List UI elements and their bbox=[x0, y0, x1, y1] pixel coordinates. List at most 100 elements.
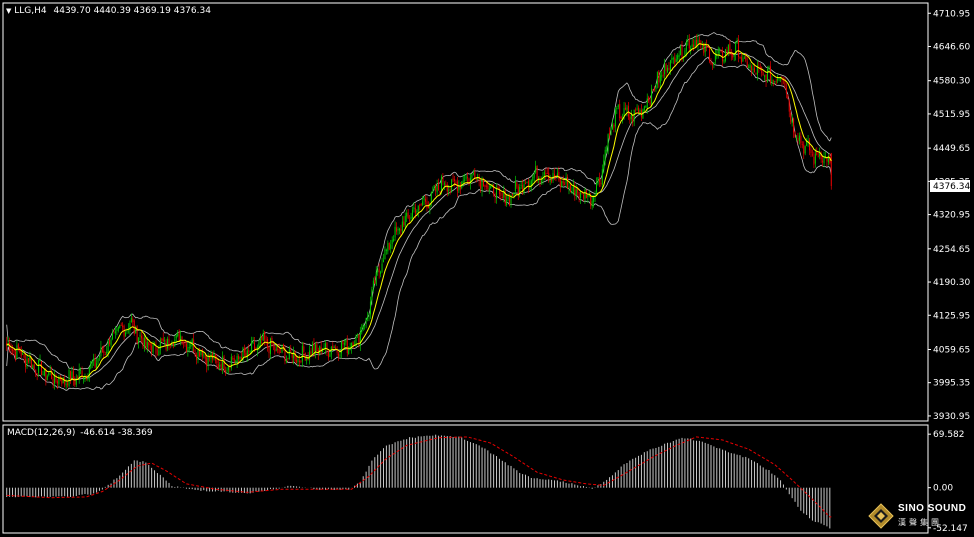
candle-body bbox=[764, 75, 766, 77]
candle-body bbox=[540, 180, 542, 182]
candle bbox=[201, 348, 203, 361]
candle-body bbox=[453, 179, 456, 181]
candle bbox=[333, 345, 335, 349]
candle-body bbox=[567, 177, 569, 188]
candle-body bbox=[749, 64, 751, 68]
candle-body bbox=[309, 350, 311, 360]
candle-body bbox=[98, 355, 100, 358]
candle-body bbox=[653, 88, 655, 90]
candle bbox=[346, 335, 348, 357]
candle bbox=[472, 169, 474, 176]
candle bbox=[803, 141, 805, 160]
candle bbox=[112, 328, 114, 341]
candle bbox=[98, 355, 100, 361]
candle-body bbox=[264, 331, 266, 340]
candle bbox=[759, 63, 761, 71]
candle-body bbox=[149, 343, 151, 346]
candle-body bbox=[158, 350, 160, 356]
candle-body bbox=[455, 181, 457, 183]
candle bbox=[58, 375, 60, 387]
candle-body bbox=[151, 345, 153, 352]
candle bbox=[691, 38, 693, 50]
candle-body bbox=[672, 58, 674, 60]
candle-body bbox=[671, 57, 673, 61]
candle-body bbox=[278, 349, 280, 354]
candle-body bbox=[767, 68, 769, 82]
candle-body bbox=[484, 185, 486, 187]
candle bbox=[490, 185, 492, 189]
candle-body bbox=[297, 359, 299, 362]
candle-body bbox=[787, 94, 789, 99]
candle bbox=[713, 61, 715, 69]
candle-body bbox=[582, 194, 584, 199]
candle-body bbox=[161, 338, 163, 340]
candle bbox=[648, 95, 650, 103]
candle bbox=[75, 374, 77, 388]
candle-body bbox=[488, 188, 490, 191]
candle-body bbox=[145, 338, 147, 348]
candle-body bbox=[755, 73, 757, 75]
candle bbox=[338, 351, 340, 361]
candle-body bbox=[288, 349, 290, 360]
candle-body bbox=[391, 239, 393, 244]
candle-body bbox=[403, 221, 405, 226]
candle bbox=[687, 34, 689, 46]
candle bbox=[430, 191, 432, 207]
candle bbox=[498, 186, 500, 199]
candle-body bbox=[656, 71, 658, 85]
candle-body bbox=[43, 369, 45, 376]
candle-body bbox=[104, 354, 106, 356]
candle-body bbox=[695, 40, 698, 47]
candle bbox=[39, 354, 41, 362]
candle-body bbox=[691, 44, 693, 47]
candle bbox=[349, 342, 351, 351]
candle-body bbox=[261, 336, 263, 340]
candle-body bbox=[448, 189, 450, 191]
candle-body bbox=[361, 330, 363, 333]
candle-body bbox=[301, 345, 303, 362]
candle bbox=[106, 345, 108, 356]
candle bbox=[40, 361, 43, 376]
candle-body bbox=[374, 279, 376, 284]
candle bbox=[751, 64, 753, 77]
candle-body bbox=[685, 42, 687, 51]
candle bbox=[814, 148, 816, 168]
candle-body bbox=[713, 61, 715, 66]
candle-body bbox=[698, 40, 700, 42]
candle-body bbox=[152, 343, 154, 353]
candle bbox=[397, 226, 399, 236]
candle bbox=[591, 194, 593, 210]
candle-body bbox=[268, 346, 270, 353]
candle bbox=[330, 346, 332, 360]
candle bbox=[423, 195, 425, 206]
candle-body bbox=[761, 67, 763, 74]
candle bbox=[110, 337, 112, 348]
candle-body bbox=[385, 249, 387, 251]
candle-body bbox=[236, 356, 238, 363]
diamond-logo-icon bbox=[868, 503, 894, 529]
candle-body bbox=[277, 348, 279, 351]
candle bbox=[417, 205, 419, 218]
candle bbox=[359, 326, 361, 352]
candle-body bbox=[801, 144, 803, 146]
candle-body bbox=[14, 351, 16, 359]
candle bbox=[433, 184, 435, 191]
candle-body bbox=[252, 341, 254, 343]
candle-body bbox=[775, 81, 777, 83]
candle-body bbox=[275, 349, 277, 351]
candle-body bbox=[638, 107, 640, 114]
candle-body bbox=[65, 383, 67, 386]
candle-body bbox=[604, 149, 606, 162]
candle bbox=[268, 345, 270, 359]
candle bbox=[54, 369, 56, 390]
candle-body bbox=[651, 88, 653, 106]
candle-body bbox=[188, 347, 190, 349]
candle-body bbox=[346, 340, 348, 354]
candle bbox=[477, 173, 479, 181]
candle bbox=[714, 49, 716, 65]
candle-body bbox=[474, 171, 476, 178]
candle bbox=[272, 342, 274, 351]
candle-body bbox=[710, 61, 712, 65]
candle bbox=[578, 191, 580, 203]
main-header: ▼ LLG,H4 4439.70 4440.39 4369.19 4376.34 bbox=[6, 6, 211, 16]
